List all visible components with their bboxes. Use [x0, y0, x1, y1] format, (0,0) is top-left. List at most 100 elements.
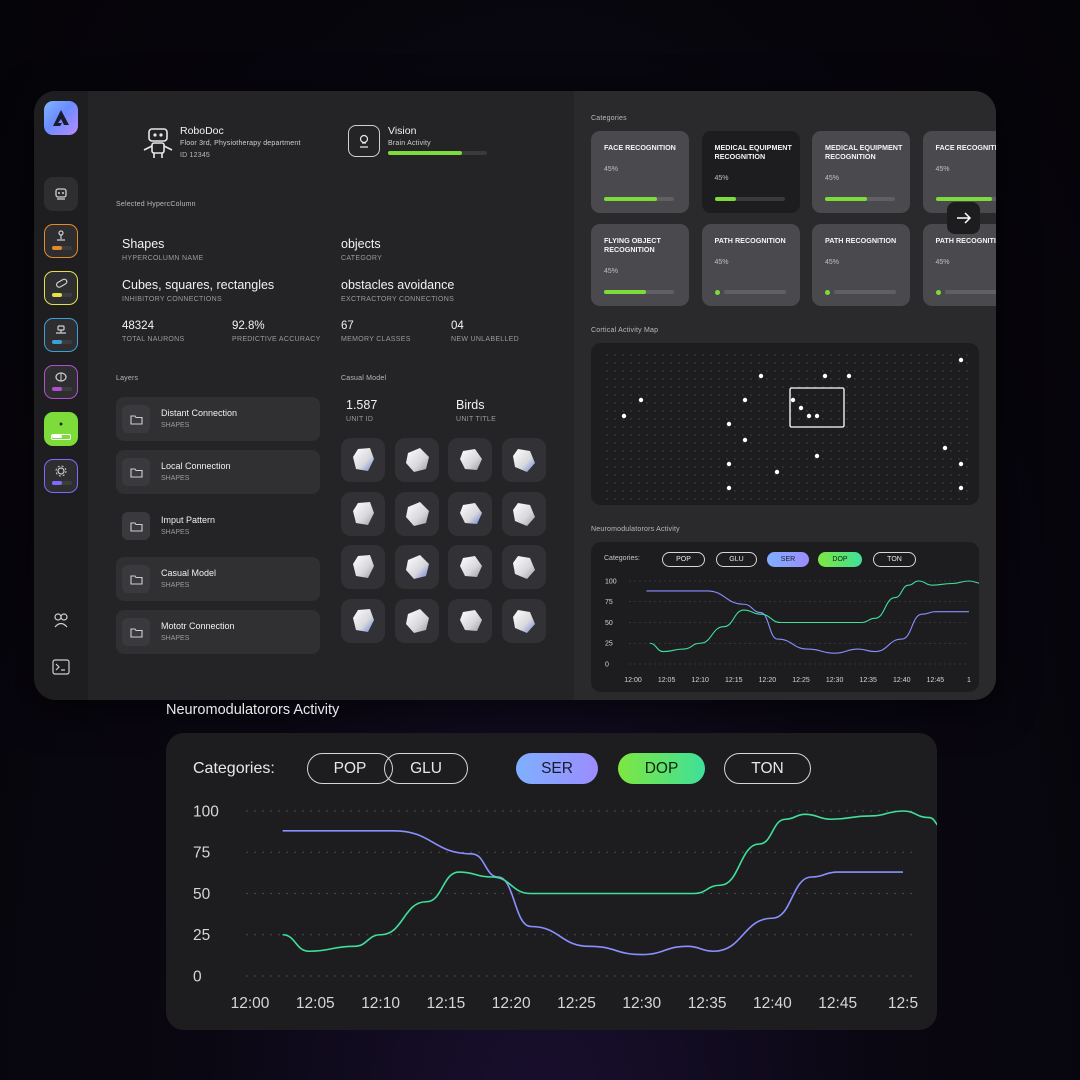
category-card[interactable]: FACE RECOGNITION 45%: [591, 131, 689, 213]
folder-icon: [122, 512, 150, 540]
field-exctractory: obstacles avoidance EXCTRACTORY CONNECTI…: [341, 278, 454, 303]
stat-value: 92.8%: [232, 320, 265, 332]
terminal-button[interactable]: [52, 659, 70, 680]
next-arrow-button[interactable]: [947, 202, 980, 234]
layer-title: Imput Pattern: [161, 515, 216, 525]
x-tick-label: 12:35: [688, 995, 727, 1012]
cube-item[interactable]: [394, 545, 439, 589]
cube-item[interactable]: [501, 598, 546, 643]
active-neuron: [814, 413, 820, 419]
category-card[interactable]: FLYING OBJECT RECOGNITION 45%: [591, 224, 689, 306]
active-neuron: [758, 373, 764, 379]
category-title: MEDICAL EQUIPMENT RECOGNITION: [714, 143, 792, 161]
active-neuron: [742, 437, 748, 443]
vision-nav-button[interactable]: [44, 412, 78, 446]
cube-shape-icon: [512, 502, 535, 526]
cube-item[interactable]: [394, 491, 439, 536]
category-percent: 45%: [935, 166, 950, 173]
layer-item[interactable]: Mototr Connection SHAPES: [116, 610, 320, 654]
robot-id: ID 12345: [180, 152, 211, 159]
folder-icon: [122, 618, 150, 646]
layer-sub: SHAPES: [161, 582, 190, 589]
progress-dot: [825, 290, 830, 295]
category-card[interactable]: PATH RECOGNITION 45%: [922, 224, 997, 306]
layer-item[interactable]: Casual Model SHAPES: [116, 557, 320, 601]
x-tick-label: 12:20: [492, 995, 531, 1012]
field-label: INHIBITORY CONNECTIONS: [122, 296, 222, 303]
active-neuron: [621, 413, 627, 419]
robot-name: RoboDoc: [180, 125, 224, 137]
layer-sub: SHAPES: [161, 529, 190, 536]
layer-sub: SHAPES: [161, 635, 190, 642]
y-tick-label: 25: [193, 927, 210, 944]
users-button[interactable]: [51, 611, 71, 636]
analytics-panel: Categories FACE RECOGNITION 45% MEDICAL EQ…: [574, 91, 996, 700]
cube-item[interactable]: [501, 438, 546, 482]
category-percent: 45%: [825, 175, 840, 182]
x-tick-label: 12:00: [231, 995, 270, 1012]
pill-nav-button[interactable]: [44, 271, 78, 305]
layer-item[interactable]: Imput Pattern SHAPES: [116, 504, 320, 548]
series-line-dop: [282, 810, 937, 953]
cube-item[interactable]: [341, 545, 385, 589]
cortical-map-svg: [606, 354, 968, 500]
cube-item[interactable]: [501, 545, 546, 589]
layer-item[interactable]: Local Connection SHAPES: [116, 450, 320, 494]
layer-item[interactable]: Distant Connection SHAPES: [116, 397, 320, 441]
progress-track: [834, 290, 896, 294]
field-value: Shapes: [122, 237, 165, 251]
category-title: PATH RECOGNITION: [935, 236, 997, 245]
cube-shape-icon: [405, 501, 429, 526]
field-value: objects: [341, 237, 381, 251]
field-hypercolumn-name: Shapes HYPERCOLUMN NAME: [122, 237, 203, 262]
category-card[interactable]: PATH RECOGNITION 45%: [701, 224, 800, 306]
categories-heading: Categories: [591, 115, 627, 122]
category-title: PATH RECOGNITION: [825, 236, 897, 245]
app-logo[interactable]: [44, 101, 78, 135]
cube-item[interactable]: [448, 491, 492, 536]
x-tick-label: 12:25: [792, 677, 810, 684]
progress-track: [944, 290, 996, 294]
y-tick-label: 75: [605, 599, 613, 606]
category-card[interactable]: FACE RECOGNITION 45%: [922, 131, 996, 213]
cube-item[interactable]: [341, 438, 385, 482]
progress-track: [723, 290, 786, 294]
category-card[interactable]: MEDICAL EQUIPMENT RECOGNITION 45%: [701, 131, 800, 213]
category-percent: 45%: [825, 259, 840, 266]
brain-activity-progress: [388, 151, 487, 155]
layer-sub: SHAPES: [161, 475, 190, 482]
active-neuron: [814, 453, 820, 459]
cube-item[interactable]: [501, 491, 546, 536]
progress-track: [825, 197, 895, 201]
brain-nav-button[interactable]: [44, 365, 78, 399]
y-tick-label: 0: [605, 661, 609, 668]
cube-item[interactable]: [341, 491, 385, 536]
cube-item[interactable]: [394, 438, 439, 482]
active-neuron: [638, 397, 644, 403]
network-nav-button[interactable]: [44, 318, 78, 352]
layer-title: Mototr Connection: [161, 621, 235, 631]
x-tick-label: 12:15: [427, 995, 466, 1012]
cube-item[interactable]: [448, 438, 492, 482]
gear-icon: [55, 465, 67, 477]
category-card[interactable]: PATH RECOGNITION 45%: [812, 224, 910, 306]
x-tick-label: 12:10: [361, 995, 400, 1012]
users-icon: [54, 613, 68, 628]
cube-shape-icon: [405, 608, 429, 633]
category-percent: 45%: [604, 166, 619, 173]
cube-item[interactable]: [448, 545, 492, 589]
progress-track: [714, 197, 785, 201]
vision-button[interactable]: [348, 125, 380, 157]
arm-nav-button[interactable]: [44, 224, 78, 258]
cube-item[interactable]: [394, 598, 439, 643]
cube-item[interactable]: [448, 598, 492, 643]
category-card[interactable]: MEDICAL EQUIPMENT RECOGNITION 45%: [812, 131, 910, 213]
robot-nav-button[interactable]: [44, 177, 78, 211]
selection-box: [789, 387, 845, 428]
settings-nav-button[interactable]: [44, 459, 78, 493]
y-tick-label: 50: [605, 620, 613, 627]
field-inhibitory: Cubes, squares, rectangles INHIBITORY CO…: [122, 278, 274, 303]
cube-item[interactable]: [341, 598, 385, 643]
y-tick-label: 100: [605, 578, 617, 585]
cube-shape-icon: [460, 449, 482, 470]
